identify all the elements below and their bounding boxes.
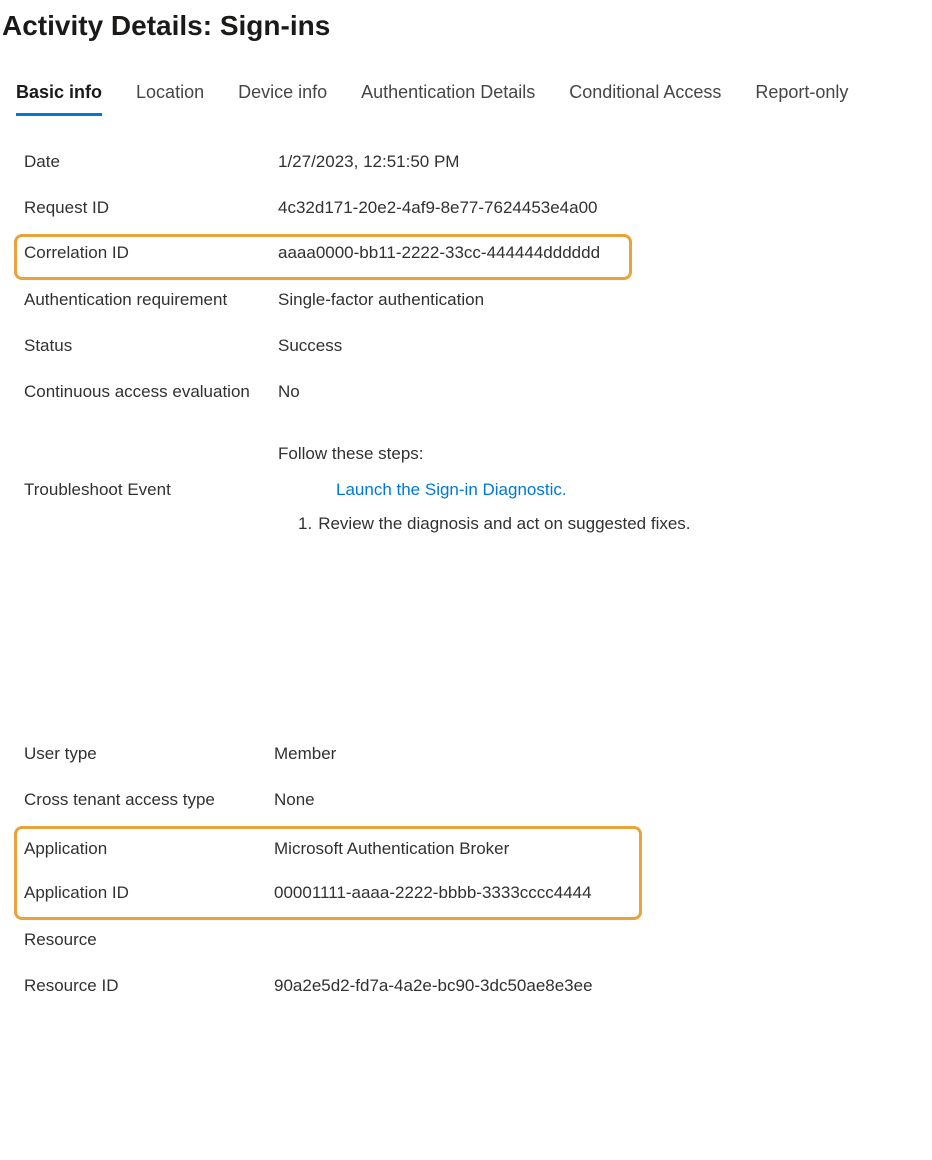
tab-device-info[interactable]: Device info [238,82,327,116]
label-user-type: User type [24,744,274,764]
label-date: Date [24,152,278,172]
value-date: 1/27/2023, 12:51:50 PM [278,152,459,172]
value-resource-id: 90a2e5d2-fd7a-4a2e-bc90-3dc50ae8e3ee [274,976,593,996]
step-text: Review the diagnosis and act on suggeste… [318,514,690,533]
row-cae: Continuous access evaluation No [24,372,930,418]
label-cross-tenant: Cross tenant access type [24,790,274,810]
label-status: Status [24,336,278,356]
value-request-id: 4c32d171-20e2-4af9-8e77-7624453e4a00 [278,198,598,218]
row-troubleshoot: Troubleshoot Event Follow these steps: L… [24,444,930,534]
row-cross-tenant: Cross tenant access type None [24,780,930,826]
label-troubleshoot: Troubleshoot Event [24,444,278,500]
value-application: Microsoft Authentication Broker [274,839,509,859]
troubleshoot-content: Follow these steps: Launch the Sign-in D… [278,444,691,534]
row-correlation-id: Correlation ID aaaa0000-bb11-2222-33cc-4… [24,237,629,277]
value-user-type: Member [274,744,336,764]
value-application-id: 00001111-aaaa-2222-bbbb-3333cccc4444 [274,883,592,903]
highlight-application: Application Microsoft Authentication Bro… [14,826,642,920]
row-auth-requirement: Authentication requirement Single-factor… [24,280,930,326]
tab-report-only[interactable]: Report-only [755,82,848,116]
section-gap [2,534,930,734]
row-resource-id: Resource ID 90a2e5d2-fd7a-4a2e-bc90-3dc5… [24,966,930,1012]
row-application-id: Application ID 00001111-aaaa-2222-bbbb-3… [24,873,639,917]
label-application: Application [24,839,274,859]
troubleshoot-step-1: 1. Review the diagnosis and act on sugges… [298,514,691,534]
row-status: Status Success [24,326,930,372]
label-resource-id: Resource ID [24,976,274,996]
tab-authentication-details[interactable]: Authentication Details [361,82,535,116]
tab-basic-info[interactable]: Basic info [16,82,102,116]
troubleshoot-intro: Follow these steps: [278,444,691,464]
label-application-id: Application ID [24,883,274,903]
page-title: Activity Details: Sign-ins [2,10,930,42]
row-request-id: Request ID 4c32d171-20e2-4af9-8e77-76244… [24,188,930,234]
row-application: Application Microsoft Authentication Bro… [24,829,639,873]
label-request-id: Request ID [24,198,278,218]
row-date: Date 1/27/2023, 12:51:50 PM [24,142,930,188]
row-resource: Resource [24,920,930,966]
value-cross-tenant: None [274,790,315,810]
value-cae: No [278,382,300,402]
tab-location[interactable]: Location [136,82,204,116]
value-status: Success [278,336,342,356]
launch-diagnostic-link[interactable]: Launch the Sign-in Diagnostic. [336,480,567,500]
value-auth-requirement: Single-factor authentication [278,290,484,310]
tab-bar: Basic info Location Device info Authenti… [2,82,930,116]
row-user-type: User type Member [24,734,930,780]
label-auth-requirement: Authentication requirement [24,290,278,310]
label-resource: Resource [24,930,274,950]
details-section-2: User type Member Cross tenant access typ… [2,734,930,1012]
value-correlation-id: aaaa0000-bb11-2222-33cc-444444dddddd [278,243,600,263]
label-cae: Continuous access evaluation [24,382,278,402]
highlight-correlation-id: Correlation ID aaaa0000-bb11-2222-33cc-4… [14,234,632,280]
step-number: 1. [298,514,312,534]
details-section-1: Date 1/27/2023, 12:51:50 PM Request ID 4… [2,142,930,534]
label-correlation-id: Correlation ID [24,243,278,263]
tab-conditional-access[interactable]: Conditional Access [569,82,721,116]
